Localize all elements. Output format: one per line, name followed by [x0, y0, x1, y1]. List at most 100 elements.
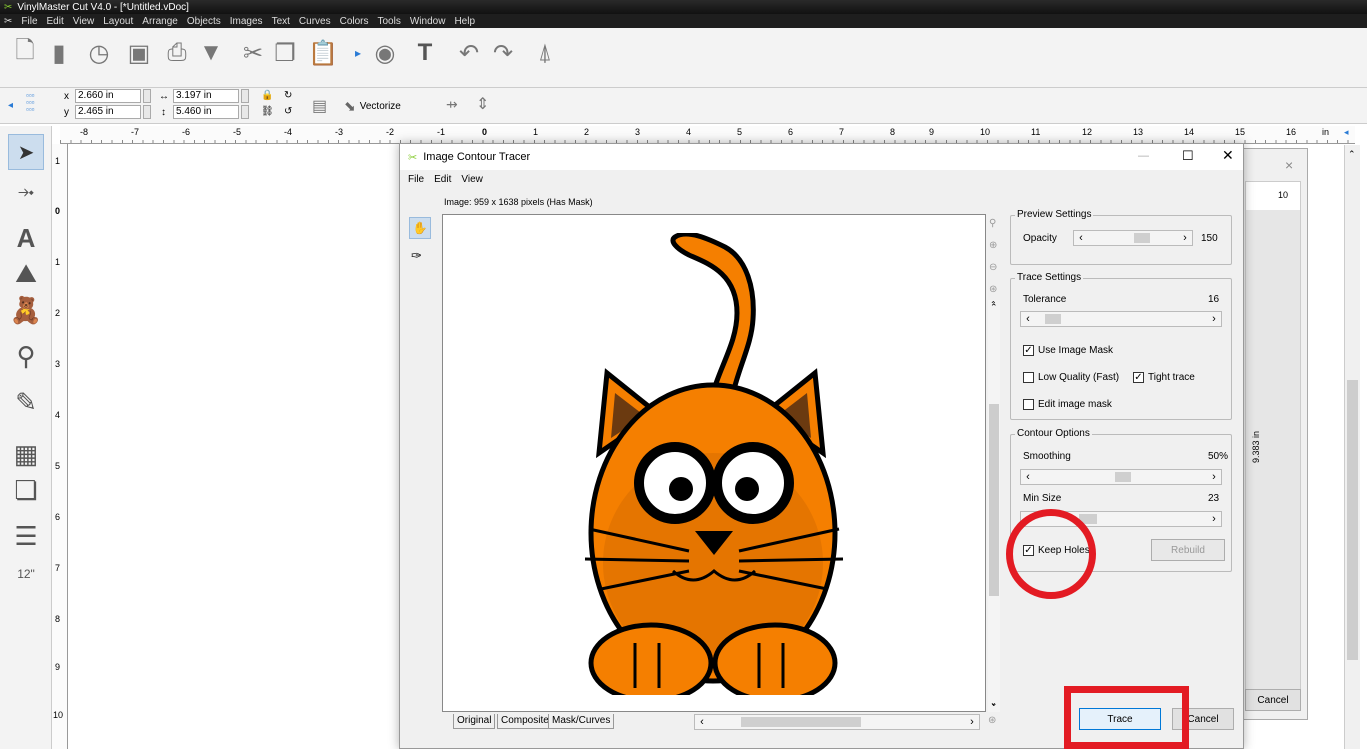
- menu-view[interactable]: View: [73, 16, 95, 27]
- back-dialog-cancel-button[interactable]: Cancel: [1245, 689, 1301, 711]
- tolerance-left-icon[interactable]: ‹: [1021, 312, 1035, 326]
- vectorize-button[interactable]: ⬊ Vectorize: [344, 94, 428, 118]
- smoothing-thumb[interactable]: [1115, 472, 1131, 482]
- text-tool-icon-left[interactable]: A: [8, 220, 44, 256]
- height-spinner[interactable]: [241, 105, 249, 119]
- color-fill-icon[interactable]: ◉: [368, 36, 402, 70]
- settings-scroll-up-icon[interactable]: ⌃: [990, 302, 998, 313]
- recent-files-icon[interactable]: ◷: [82, 36, 116, 70]
- clipart-tool-icon[interactable]: 🧸: [8, 292, 44, 328]
- y-position-spinner[interactable]: [143, 105, 151, 119]
- dialog-menu-view[interactable]: View: [461, 174, 483, 185]
- tolerance-slider[interactable]: ‹ ›: [1020, 311, 1222, 327]
- hand-pan-icon[interactable]: ✋: [409, 217, 431, 239]
- image-preview-area[interactable]: [442, 214, 986, 712]
- hscroll-left-icon[interactable]: ‹: [695, 715, 709, 729]
- x-position-field[interactable]: 2.660 in: [75, 89, 141, 103]
- cut-icon[interactable]: ✂: [236, 36, 270, 70]
- new-document-icon[interactable]: 🗋: [8, 36, 42, 70]
- shape-tool-icon[interactable]: ⛰: [8, 256, 44, 292]
- opacity-right-icon[interactable]: ›: [1178, 231, 1192, 245]
- hscroll-thumb[interactable]: [741, 717, 861, 727]
- preview-vertical-scrollbar[interactable]: ⌃ ⌄: [988, 300, 1000, 712]
- zoom-fit-icon[interactable]: ⊛: [989, 284, 997, 295]
- rotate-ccw-icon[interactable]: ↺: [284, 106, 292, 117]
- dialog-menu-file[interactable]: File: [408, 174, 424, 185]
- use-image-mask-checkbox[interactable]: ✓: [1023, 345, 1034, 356]
- menu-layout[interactable]: Layout: [103, 16, 133, 27]
- tab-original[interactable]: Original: [453, 714, 496, 729]
- opacity-slider[interactable]: ‹ ›: [1073, 230, 1193, 246]
- print-icon[interactable]: ⎙: [160, 36, 194, 70]
- flip-vertical-icon[interactable]: ⇕: [476, 94, 489, 114]
- menu-objects[interactable]: Objects: [187, 16, 221, 27]
- rebuild-button[interactable]: Rebuild: [1151, 539, 1225, 561]
- shadow-tool-icon[interactable]: ❏: [8, 472, 44, 508]
- y-position-field[interactable]: 2.465 in: [75, 105, 141, 119]
- zoom-tool-icon[interactable]: ⚲: [8, 338, 44, 374]
- ruler-scroll-icon[interactable]: ◂: [1344, 127, 1349, 138]
- menu-edit[interactable]: Edit: [47, 16, 64, 27]
- paste-icon[interactable]: 📋: [306, 36, 340, 70]
- weed-tool-icon[interactable]: ⍋: [528, 36, 562, 70]
- width-field[interactable]: 3.197 in: [173, 89, 239, 103]
- brush-tool-icon[interactable]: ✑: [411, 248, 422, 264]
- menu-window[interactable]: Window: [410, 16, 446, 27]
- smoothing-right-icon[interactable]: ›: [1207, 470, 1221, 484]
- anchor-grid-icon[interactable]: ▫▫▫ ▫▫▫ ▫▫▫: [26, 92, 35, 114]
- zoom-icon[interactable]: ⚲: [989, 218, 996, 229]
- node-edit-tool-icon[interactable]: ⤞: [8, 174, 44, 210]
- cut-to-plotter-icon[interactable]: ▼: [194, 36, 228, 70]
- open-document-icon[interactable]: ▮: [42, 36, 76, 70]
- canvas-vertical-scrollbar[interactable]: ⌃: [1344, 145, 1360, 749]
- smoothing-slider[interactable]: ‹ ›: [1020, 469, 1222, 485]
- align-tool-icon[interactable]: ☰: [8, 518, 44, 554]
- text-tool-icon[interactable]: T: [408, 36, 442, 70]
- back-dialog-close-icon[interactable]: ×: [1285, 157, 1293, 173]
- rotate-icon[interactable]: ↻: [284, 90, 292, 101]
- smoothing-left-icon[interactable]: ‹: [1021, 470, 1035, 484]
- zoom-in-icon[interactable]: ⊕: [989, 240, 997, 251]
- flip-horizontal-icon[interactable]: ⇸: [446, 96, 458, 113]
- save-icon[interactable]: ▣: [122, 36, 156, 70]
- zoom-out-icon[interactable]: ⊖: [989, 262, 997, 273]
- canvas-scroll-thumb[interactable]: [1347, 380, 1358, 660]
- menu-app-icon[interactable]: ✂: [4, 16, 12, 27]
- low-quality-checkbox[interactable]: [1023, 372, 1034, 383]
- scroll-left-icon[interactable]: ◂: [8, 100, 13, 111]
- close-icon[interactable]: ✕: [1222, 147, 1234, 164]
- x-position-spinner[interactable]: [143, 89, 151, 103]
- pen-tool-icon[interactable]: ✎: [8, 384, 44, 420]
- settings-scroll-down-icon[interactable]: ⌄: [990, 698, 998, 709]
- tab-mask-curves[interactable]: Mask/Curves: [548, 714, 615, 729]
- opacity-left-icon[interactable]: ‹: [1074, 231, 1088, 245]
- hscroll-right-icon[interactable]: ›: [965, 715, 979, 729]
- lock-ratio-icon[interactable]: 🔒: [261, 90, 273, 101]
- maximize-icon[interactable]: ☐: [1182, 148, 1194, 164]
- tolerance-right-icon[interactable]: ›: [1207, 312, 1221, 326]
- minimize-icon[interactable]: —: [1138, 150, 1149, 162]
- menu-file[interactable]: File: [21, 16, 37, 27]
- preview-horizontal-scrollbar[interactable]: ‹ ›: [694, 714, 980, 730]
- menu-arrange[interactable]: Arrange: [142, 16, 178, 27]
- tight-trace-checkbox[interactable]: ✓: [1133, 372, 1144, 383]
- tolerance-thumb[interactable]: [1045, 314, 1061, 324]
- undo-icon[interactable]: ↶: [452, 36, 486, 70]
- edit-image-mask-checkbox[interactable]: [1023, 399, 1034, 410]
- min-size-right-icon[interactable]: ›: [1207, 512, 1221, 526]
- menu-text[interactable]: Text: [272, 16, 290, 27]
- redo-icon[interactable]: ↷: [486, 36, 520, 70]
- select-tool-icon[interactable]: ➤: [8, 134, 44, 170]
- width-spinner[interactable]: [241, 89, 249, 103]
- menu-tools[interactable]: Tools: [378, 16, 401, 27]
- scroll-up-icon[interactable]: ⌃: [1348, 149, 1356, 160]
- menu-colors[interactable]: Colors: [340, 16, 369, 27]
- refresh-icon[interactable]: ⊛: [988, 715, 996, 726]
- expand-arrow-icon[interactable]: ▸: [352, 36, 364, 70]
- height-field[interactable]: 5.460 in: [173, 105, 239, 119]
- menu-images[interactable]: Images: [230, 16, 263, 27]
- tab-composite[interactable]: Composite: [497, 714, 553, 729]
- preview-vscroll-thumb[interactable]: [989, 404, 999, 596]
- dialog-menu-edit[interactable]: Edit: [434, 174, 451, 185]
- link-icon[interactable]: ⛓: [261, 106, 274, 117]
